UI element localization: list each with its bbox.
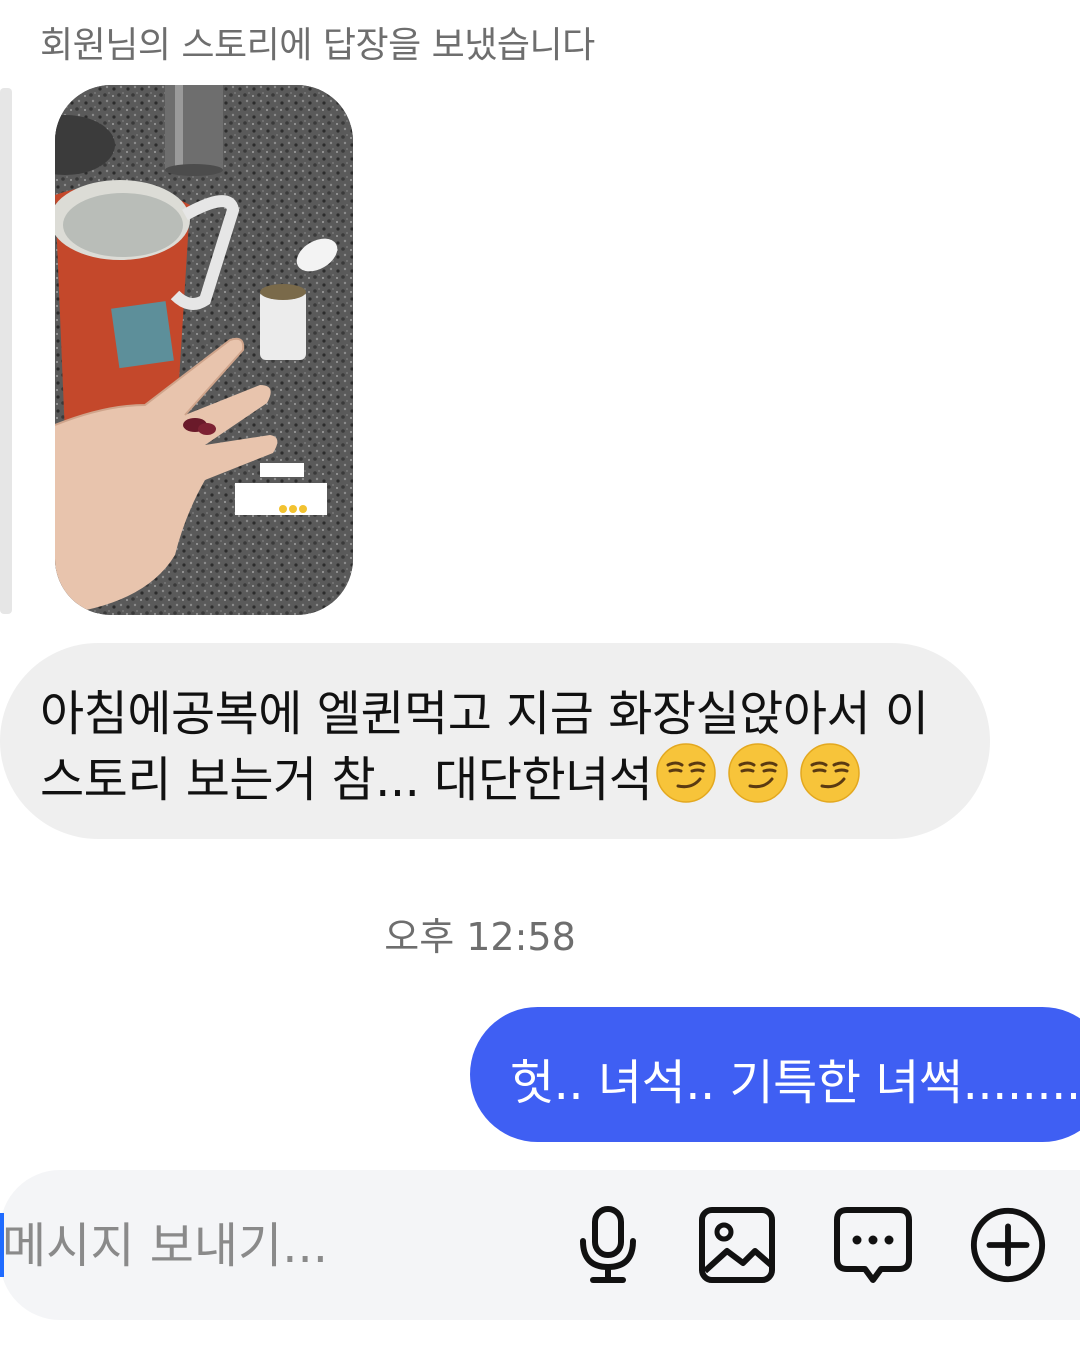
incoming-message-line-2: 스토리 보는거 참... 대단한녀석: [40, 752, 653, 808]
story-photo: [55, 85, 353, 615]
smirking-face-emoji: [728, 743, 788, 803]
microphone-button[interactable]: [568, 1205, 648, 1285]
reply-indicator-bar: [0, 88, 12, 614]
outgoing-message-bubble[interactable]: 헛.. 녀석.. 기특한 녀썩........: [470, 1007, 1080, 1142]
smirking-face-emoji: [656, 743, 716, 803]
outgoing-message-text: 헛.. 녀석.. 기특한 녀썩........: [510, 1055, 1080, 1111]
message-input[interactable]: [2, 1216, 502, 1276]
emoji-row: [656, 743, 860, 803]
sticker-button[interactable]: [833, 1205, 913, 1285]
add-button[interactable]: [968, 1205, 1048, 1285]
add-icon: [970, 1207, 1046, 1283]
microphone-icon: [580, 1206, 636, 1283]
smirking-face-emoji: [800, 743, 860, 803]
message-timestamp: 오후 12:58: [384, 915, 576, 959]
story-thumbnail[interactable]: [55, 85, 353, 615]
chat-bubble-icon: [834, 1207, 912, 1283]
gallery-button[interactable]: [697, 1205, 777, 1285]
story-reply-caption: 회원님의 스토리에 답장을 보냈습니다: [40, 25, 595, 66]
image-icon: [699, 1207, 775, 1283]
incoming-message-line-1: 아침에공복에 엘퀸먹고 지금 화장실앉아서 이: [40, 686, 929, 742]
dm-thread: 회원님의 스토리에 답장을 보냈습니다 아침에공복에 엘퀸먹고 지금 화장실앉아…: [0, 0, 1080, 1347]
